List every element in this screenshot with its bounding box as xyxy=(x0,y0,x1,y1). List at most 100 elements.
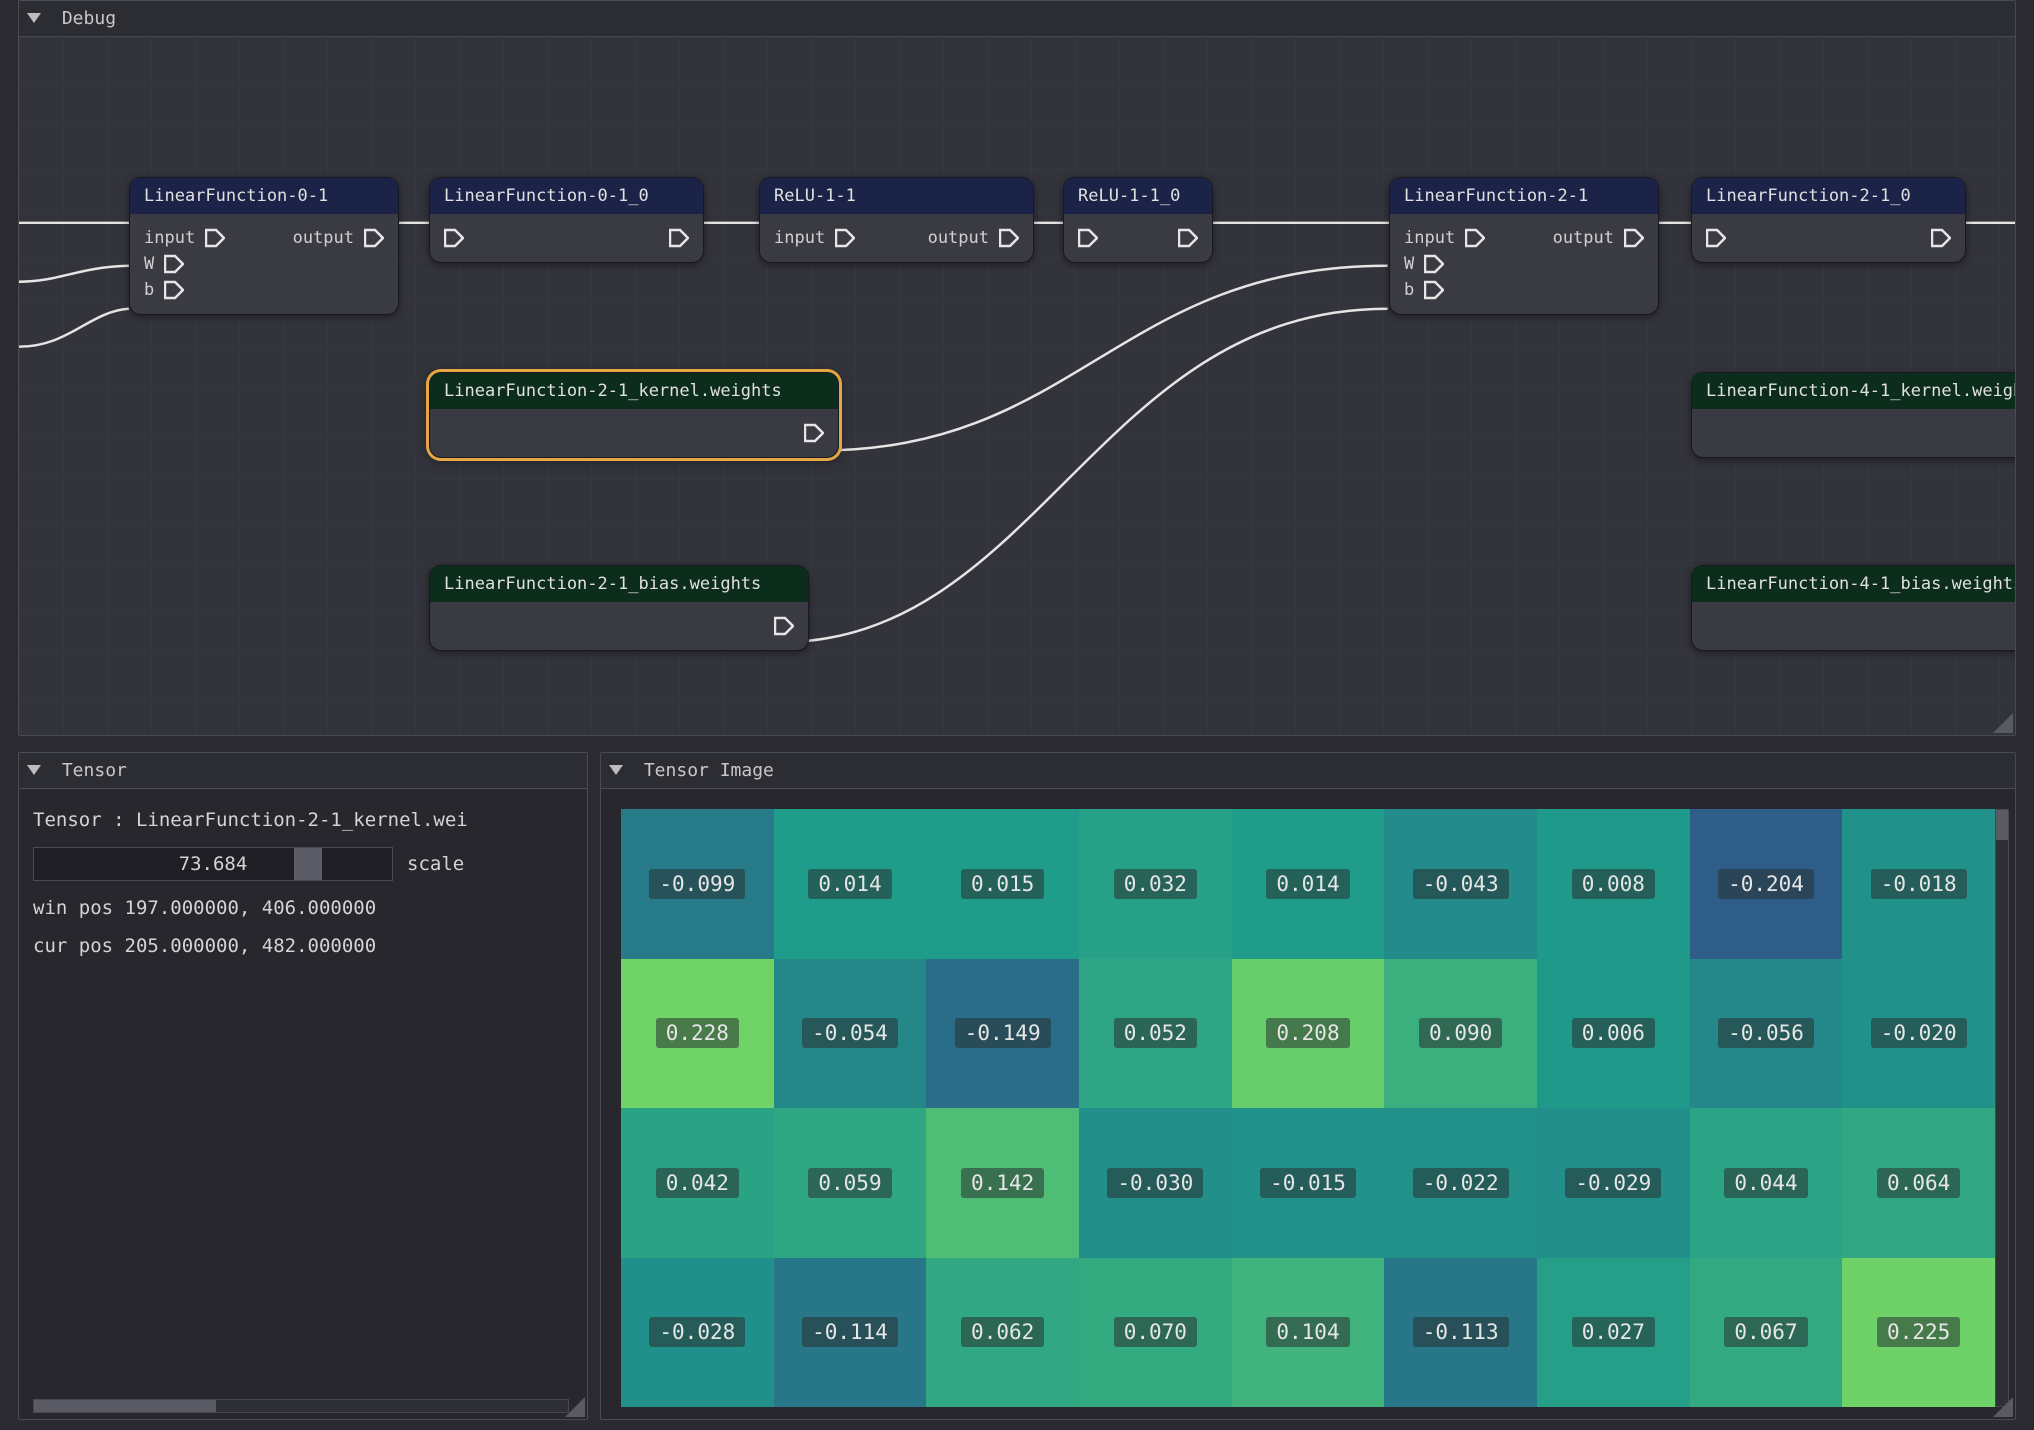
scrollbar-thumb-icon[interactable] xyxy=(1996,810,2008,840)
heatmap-cell[interactable]: 0.208 xyxy=(1232,959,1385,1109)
scale-slider[interactable]: 73.684 xyxy=(33,847,393,881)
heatmap-cell[interactable]: 0.059 xyxy=(774,1108,927,1258)
port-icon[interactable] xyxy=(364,228,384,248)
heatmap-cell[interactable]: 0.228 xyxy=(621,959,774,1109)
heatmap-cell[interactable]: 0.014 xyxy=(774,809,927,959)
heatmap-cell[interactable]: 0.008 xyxy=(1537,809,1690,959)
heatmap-cell[interactable]: -0.028 xyxy=(621,1258,774,1408)
heatmap-cell-value: -0.029 xyxy=(1565,1168,1661,1198)
port-icon[interactable] xyxy=(999,228,1019,248)
port-icon[interactable] xyxy=(1078,228,1098,248)
heatmap-cell[interactable]: -0.056 xyxy=(1690,959,1843,1109)
tensor-heatmap[interactable]: -0.0990.0140.0150.0320.014-0.0430.008-0.… xyxy=(621,809,1995,1407)
heatmap-cell[interactable]: 0.064 xyxy=(1842,1108,1995,1258)
heatmap-cell[interactable]: -0.022 xyxy=(1384,1108,1537,1258)
tensor-image-panel-header[interactable]: Tensor Image xyxy=(601,753,2015,789)
panel-title: Tensor Image xyxy=(644,760,774,781)
node-title: LinearFunction-2-1_kernel.weights xyxy=(430,373,838,409)
heatmap-cell[interactable]: 0.015 xyxy=(926,809,1079,959)
port-icon[interactable] xyxy=(1465,228,1485,248)
heatmap-cell[interactable]: -0.113 xyxy=(1384,1258,1537,1408)
heatmap-cell-value: 0.042 xyxy=(656,1168,739,1198)
heatmap-cell-value: 0.006 xyxy=(1572,1018,1655,1048)
heatmap-cell[interactable]: -0.015 xyxy=(1232,1108,1385,1258)
heatmap-cell[interactable]: 0.070 xyxy=(1079,1258,1232,1408)
heatmap-cell[interactable]: -0.114 xyxy=(774,1258,927,1408)
heatmap-cell[interactable]: -0.204 xyxy=(1690,809,1843,959)
node-linearfunction-4-1-kernel-weights[interactable]: LinearFunction-4-1_kernel.weights xyxy=(1691,372,2016,458)
scrollbar-thumb-icon[interactable] xyxy=(34,1400,216,1412)
heatmap-cell[interactable]: -0.020 xyxy=(1842,959,1995,1109)
port-icon[interactable] xyxy=(1931,228,1951,248)
port-label-W: W xyxy=(144,254,154,274)
heatmap-cell-value: 0.090 xyxy=(1419,1018,1502,1048)
node-linearfunction-2-1-bias-weights[interactable]: LinearFunction-2-1_bias.weights xyxy=(429,565,809,651)
port-label-output: output xyxy=(1553,228,1614,248)
node-linearfunction-0-1-0[interactable]: LinearFunction-0-1_0 xyxy=(429,177,704,263)
port-label-output: output xyxy=(928,228,989,248)
port-icon[interactable] xyxy=(1624,228,1644,248)
port-icon[interactable] xyxy=(164,254,184,274)
cur-pos-label: cur pos xyxy=(33,935,113,957)
heatmap-cell[interactable]: -0.018 xyxy=(1842,809,1995,959)
resize-grip-icon[interactable] xyxy=(565,1397,585,1417)
node-title: ReLU-1-1_0 xyxy=(1064,178,1212,214)
heatmap-cell-value: 0.008 xyxy=(1572,869,1655,899)
port-icon[interactable] xyxy=(444,228,464,248)
node-linearfunction-2-1-0[interactable]: LinearFunction-2-1_0 xyxy=(1691,177,1966,263)
heatmap-cell[interactable]: 0.142 xyxy=(926,1108,1079,1258)
node-linearfunction-0-1[interactable]: LinearFunction-0-1 input output W b xyxy=(129,177,399,315)
port-icon[interactable] xyxy=(1424,254,1444,274)
node-linearfunction-2-1-kernel-weights[interactable]: LinearFunction-2-1_kernel.weights xyxy=(429,372,839,458)
slider-thumb-icon[interactable] xyxy=(294,848,322,880)
node-linearfunction-4-1-bias-weights[interactable]: LinearFunction-4-1_bias.weights xyxy=(1691,565,2016,651)
port-icon[interactable] xyxy=(669,228,689,248)
debug-panel-header[interactable]: Debug xyxy=(19,1,2015,37)
heatmap-cell[interactable]: -0.149 xyxy=(926,959,1079,1109)
heatmap-cell[interactable]: 0.067 xyxy=(1690,1258,1843,1408)
node-relu-1-1[interactable]: ReLU-1-1 input output xyxy=(759,177,1034,263)
resize-grip-icon[interactable] xyxy=(1993,1397,2013,1417)
heatmap-cell[interactable]: 0.032 xyxy=(1079,809,1232,959)
heatmap-cell[interactable]: 0.027 xyxy=(1537,1258,1690,1408)
port-icon[interactable] xyxy=(205,228,225,248)
heatmap-cell[interactable]: -0.043 xyxy=(1384,809,1537,959)
heatmap-cell[interactable]: -0.099 xyxy=(621,809,774,959)
tensor-name: LinearFunction-2-1_kernel.wei xyxy=(136,809,468,831)
port-icon[interactable] xyxy=(1424,280,1444,300)
horizontal-scrollbar[interactable] xyxy=(33,1399,569,1413)
collapse-icon[interactable] xyxy=(27,13,41,23)
vertical-scrollbar[interactable] xyxy=(1995,809,2009,1407)
resize-grip-icon[interactable] xyxy=(1993,713,2013,733)
collapse-icon[interactable] xyxy=(27,765,41,775)
heatmap-cell[interactable]: 0.104 xyxy=(1232,1258,1385,1408)
node-linearfunction-2-1[interactable]: LinearFunction-2-1 input output W b xyxy=(1389,177,1659,315)
heatmap-cell-value: -0.043 xyxy=(1413,869,1509,899)
node-title: LinearFunction-4-1_bias.weights xyxy=(1692,566,2016,602)
heatmap-cell[interactable]: 0.006 xyxy=(1537,959,1690,1109)
heatmap-cell[interactable]: 0.052 xyxy=(1079,959,1232,1109)
port-icon[interactable] xyxy=(835,228,855,248)
heatmap-cell-value: 0.015 xyxy=(961,869,1044,899)
tensor-panel-header[interactable]: Tensor xyxy=(19,753,587,789)
heatmap-cell[interactable]: 0.090 xyxy=(1384,959,1537,1109)
node-relu-1-1-0[interactable]: ReLU-1-1_0 xyxy=(1063,177,1213,263)
heatmap-cell[interactable]: -0.030 xyxy=(1079,1108,1232,1258)
heatmap-cell[interactable]: -0.054 xyxy=(774,959,927,1109)
heatmap-cell[interactable]: 0.014 xyxy=(1232,809,1385,959)
heatmap-cell[interactable]: -0.029 xyxy=(1537,1108,1690,1258)
port-icon[interactable] xyxy=(774,616,794,636)
collapse-icon[interactable] xyxy=(609,765,623,775)
port-icon[interactable] xyxy=(804,423,824,443)
heatmap-cell[interactable]: 0.042 xyxy=(621,1108,774,1258)
heatmap-cell[interactable]: 0.225 xyxy=(1842,1258,1995,1408)
heatmap-cell-value: 0.052 xyxy=(1114,1018,1197,1048)
port-icon[interactable] xyxy=(1178,228,1198,248)
port-icon[interactable] xyxy=(164,280,184,300)
heatmap-cell[interactable]: 0.044 xyxy=(1690,1108,1843,1258)
node-graph[interactable]: LinearFunction-0-1 input output W b Line… xyxy=(19,37,2015,735)
heatmap-cell[interactable]: 0.062 xyxy=(926,1258,1079,1408)
port-icon[interactable] xyxy=(1706,228,1726,248)
heatmap-cell-value: -0.022 xyxy=(1413,1168,1509,1198)
node-title: ReLU-1-1 xyxy=(760,178,1033,214)
